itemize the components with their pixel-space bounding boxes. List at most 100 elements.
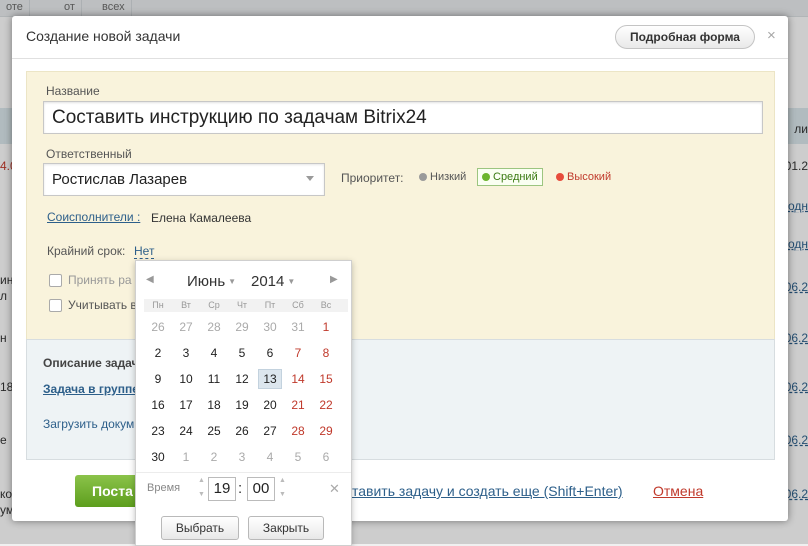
weekday-label: Чт — [236, 300, 248, 310]
calendar-day[interactable]: 26 — [146, 317, 170, 337]
calendar-day[interactable]: 15 — [314, 369, 338, 389]
priority-high-option[interactable]: Высокий — [552, 168, 615, 186]
priority-low-option[interactable]: Низкий — [415, 168, 470, 186]
calendar-day[interactable]: 22 — [314, 395, 338, 415]
calendar-day[interactable]: 4 — [202, 343, 226, 363]
calendar-day[interactable]: 10 — [174, 369, 198, 389]
close-calendar-button[interactable]: Закрыть — [248, 516, 324, 540]
priority-medium-dot-icon — [482, 173, 490, 181]
calendar-day[interactable]: 28 — [202, 317, 226, 337]
calendar-day[interactable]: 5 — [286, 447, 310, 467]
next-month-icon[interactable]: ▶ — [330, 274, 338, 285]
year-select[interactable]: 2014 ▼ — [251, 273, 295, 290]
calendar-day[interactable]: 5 — [230, 343, 254, 363]
weekday-label: Пн — [152, 300, 164, 310]
calendar-day[interactable]: 9 — [146, 369, 170, 389]
date-picker-popup: ◀ Июнь ▼ 2014 ▼ ▶ Пн Вт Ср Чт Пт Сб Вс 26 27 28 29 3… — [135, 260, 352, 546]
divider — [136, 472, 351, 473]
coexecutor-name: Елена Камалеева — [151, 211, 252, 225]
year-label: 2014 — [251, 273, 285, 290]
calendar-day[interactable]: 2 — [202, 447, 226, 467]
coexecutors-link[interactable]: Соисполнители : — [47, 210, 140, 224]
new-task-dialog: Создание новой задачи Подробная форма × … — [12, 16, 788, 521]
chevron-down-icon: ▼ — [287, 277, 296, 286]
calendar-day[interactable]: 13 — [258, 369, 282, 389]
calendar-day[interactable]: 29 — [314, 421, 338, 441]
month-label: Июнь — [187, 273, 226, 290]
minute-spin-up-icon[interactable]: ▲ — [279, 477, 286, 485]
calendar-day[interactable]: 12 — [230, 369, 254, 389]
calendar-day[interactable]: 23 — [146, 421, 170, 441]
priority-medium-label: Средний — [493, 171, 538, 183]
calendar-day[interactable]: 4 — [258, 447, 282, 467]
dialog-title: Создание новой задачи — [26, 28, 181, 44]
calendar-day[interactable]: 31 — [286, 317, 310, 337]
responsible-label: Ответственный — [46, 147, 132, 161]
chevron-down-icon: ▼ — [228, 277, 237, 286]
priority-medium-option[interactable]: Средний — [477, 168, 543, 186]
calendar-day[interactable]: 2 — [146, 343, 170, 363]
deadline-picker-link[interactable]: Нет — [134, 244, 155, 259]
calendar-day[interactable]: 7 — [286, 343, 310, 363]
task-title-input[interactable]: Составить инструкцию по задачам Bitrix24 — [43, 101, 763, 134]
calendar-day[interactable]: 6 — [314, 447, 338, 467]
responsible-value: Ростислав Лазарев — [52, 171, 188, 188]
title-label: Название — [46, 84, 100, 98]
deadline-label: Крайний срок: — [47, 244, 126, 258]
calendar-day[interactable]: 3 — [174, 343, 198, 363]
weekday-label: Сб — [292, 300, 304, 310]
calendar-day[interactable]: 8 — [314, 343, 338, 363]
hours-input[interactable]: 19 — [208, 477, 236, 501]
select-date-button[interactable]: Выбрать — [161, 516, 239, 540]
weekday-label: Вс — [320, 300, 332, 310]
clear-time-icon[interactable]: ✕ — [329, 481, 340, 497]
calendar-day[interactable]: 26 — [230, 421, 254, 441]
calendar-day[interactable]: 18 — [202, 395, 226, 415]
priority-low-dot-icon — [419, 173, 427, 181]
priority-high-label: Высокий — [567, 171, 612, 183]
save-and-create-more-link[interactable]: ставить задачу и создать еще (Shift+Ente… — [345, 483, 623, 499]
accept-result-label: Принять ра — [68, 273, 132, 287]
calendar-day[interactable]: 3 — [230, 447, 254, 467]
calendar-day[interactable]: 19 — [230, 395, 254, 415]
dialog-header: Создание новой задачи Подробная форма × — [12, 16, 788, 59]
upload-document-link[interactable]: Загрузить докум — [43, 417, 134, 431]
minutes-input[interactable]: 00 — [247, 477, 275, 501]
account-time-label: Учитывать в — [68, 298, 137, 312]
calendar-day[interactable]: 27 — [174, 317, 198, 337]
cancel-link[interactable]: Отмена — [653, 483, 703, 499]
weekday-label: Ср — [208, 300, 220, 310]
calendar-day[interactable]: 25 — [202, 421, 226, 441]
calendar-day[interactable]: 29 — [230, 317, 254, 337]
account-time-checkbox[interactable] — [49, 299, 62, 312]
detailed-form-button[interactable]: Подробная форма — [615, 25, 755, 49]
calendar-day[interactable]: 24 — [174, 421, 198, 441]
calendar-day[interactable]: 30 — [258, 317, 282, 337]
group-task-link[interactable]: Задача в группе — [43, 382, 139, 396]
time-separator: : — [238, 480, 243, 497]
priority-low-label: Низкий — [430, 171, 467, 183]
priority-label: Приоритет: — [341, 171, 404, 185]
calendar-day[interactable]: 28 — [286, 421, 310, 441]
calendar-day[interactable]: 14 — [286, 369, 310, 389]
hour-spin-down-icon[interactable]: ▼ — [198, 491, 205, 499]
calendar-day[interactable]: 27 — [258, 421, 282, 441]
calendar-day[interactable]: 1 — [314, 317, 338, 337]
calendar-day[interactable]: 30 — [146, 447, 170, 467]
close-icon[interactable]: × — [767, 27, 776, 44]
accept-result-checkbox[interactable] — [49, 274, 62, 287]
calendar-day[interactable]: 6 — [258, 343, 282, 363]
minute-spin-down-icon[interactable]: ▼ — [279, 491, 286, 499]
calendar-day[interactable]: 1 — [174, 447, 198, 467]
month-select[interactable]: Июнь ▼ — [187, 273, 236, 290]
hour-spin-up-icon[interactable]: ▲ — [198, 477, 205, 485]
priority-high-dot-icon — [556, 173, 564, 181]
description-title: Описание задач — [43, 356, 139, 370]
calendar-day[interactable]: 11 — [202, 369, 226, 389]
calendar-day[interactable]: 17 — [174, 395, 198, 415]
calendar-day[interactable]: 20 — [258, 395, 282, 415]
calendar-day[interactable]: 21 — [286, 395, 310, 415]
calendar-day[interactable]: 16 — [146, 395, 170, 415]
responsible-select[interactable]: Ростислав Лазарев — [43, 163, 325, 196]
prev-month-icon[interactable]: ◀ — [146, 274, 154, 285]
